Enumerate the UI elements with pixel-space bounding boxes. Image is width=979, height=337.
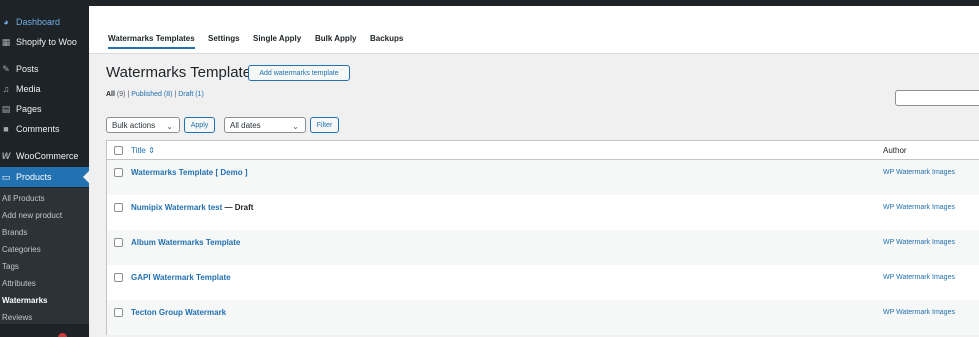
woo-icon: W [1, 151, 11, 161]
menu-label: Shopify to Woo [16, 37, 77, 47]
media-icon: ♫ [2, 84, 10, 94]
row-checkbox[interactable] [114, 273, 123, 282]
row-title-link[interactable]: Tecton Group Watermark [131, 308, 226, 317]
row-checkbox[interactable] [114, 168, 123, 177]
admin-sidebar: ◕ Dashboard ▦ Shopify to Woo ✎ Posts ♫ M… [0, 0, 89, 337]
search-input[interactable] [895, 90, 979, 106]
archive-icon: ▭ [1, 171, 11, 182]
submenu-all-products[interactable]: All Products [2, 194, 45, 203]
menu-label: Posts [16, 64, 39, 74]
tab-watermarks-templates[interactable]: Watermarks Templates [108, 34, 195, 49]
menu-posts[interactable]: ✎ Posts [0, 59, 89, 79]
row-checkbox[interactable] [114, 308, 123, 317]
row-state: — Draft [224, 203, 254, 212]
notification-badge [58, 333, 67, 337]
submenu-tags[interactable]: Tags [2, 262, 19, 271]
column-title[interactable]: Title ⇕ [131, 146, 155, 155]
bulk-actions-select[interactable]: Bulk actions ⌄ [106, 117, 180, 133]
store-icon: ▦ [1, 36, 11, 47]
tab-backups[interactable]: Backups [370, 34, 403, 43]
apply-button[interactable]: Apply [184, 117, 215, 133]
menu-media[interactable]: ♫ Media [0, 79, 89, 99]
menu-cut-off-item[interactable]: ▭ [0, 330, 89, 337]
row-author-link[interactable]: WP Watermark Images [883, 309, 955, 316]
filter-separator: | [174, 91, 177, 98]
bulk-actions-value: Bulk actions [112, 120, 156, 130]
pin-icon: ✎ [2, 63, 10, 74]
menu-pages[interactable]: ▤ Pages [0, 99, 89, 119]
table-header: Title ⇕ Author [106, 140, 979, 160]
menu-label: Pages [16, 104, 42, 114]
column-title-label: Title [131, 146, 146, 155]
menu-dashboard[interactable]: ◕ Dashboard [0, 12, 89, 32]
row-title-link[interactable]: Album Watermarks Template [131, 238, 240, 247]
sort-icon: ⇕ [148, 146, 155, 155]
tab-settings[interactable]: Settings [208, 34, 240, 43]
row-title: GAPI Watermark Template [131, 273, 231, 282]
tabs-bar: Watermarks Templates Settings Single App… [89, 6, 979, 54]
row-checkbox[interactable] [114, 238, 123, 247]
row-author-link[interactable]: WP Watermark Images [883, 169, 955, 176]
menu-label: Media [16, 84, 41, 94]
filter-published[interactable]: Published (8) [131, 91, 172, 98]
submenu-add-new-product[interactable]: Add new product [2, 211, 62, 220]
filter-button[interactable]: Filter [310, 117, 339, 133]
row-title-link[interactable]: Watermarks Template [ Demo ] [131, 168, 247, 177]
menu-shopify-to-woo[interactable]: ▦ Shopify to Woo [0, 32, 89, 52]
row-title-link[interactable]: Numipix Watermark test — Draft [131, 203, 253, 212]
row-title-link[interactable]: GAPI Watermark Template [131, 273, 231, 282]
tab-single-apply[interactable]: Single Apply [253, 34, 301, 43]
menu-comments[interactable]: ■ Comments [0, 119, 89, 139]
filter-draft[interactable]: Draft (1) [178, 91, 204, 98]
table-row: Tecton Group Watermark WP Watermark Imag… [106, 300, 979, 335]
chevron-down-icon: ⌄ [292, 122, 299, 131]
date-filter-value: All dates [230, 120, 261, 130]
submenu-attributes[interactable]: Attributes [2, 279, 36, 288]
menu-products[interactable]: ▭ Products [0, 167, 89, 187]
status-filter-links: All (9) | Published (8) | Draft (1) [106, 91, 204, 98]
tab-bulk-apply[interactable]: Bulk Apply [315, 34, 356, 43]
row-author-link[interactable]: WP Watermark Images [883, 274, 955, 281]
submenu-brands[interactable]: Brands [2, 228, 27, 237]
table-row: Watermarks Template [ Demo ] WP Watermar… [106, 160, 979, 195]
column-author: Author [883, 146, 907, 155]
row-title: Numipix Watermark test [131, 203, 223, 212]
current-menu-arrow [83, 171, 89, 183]
menu-woocommerce[interactable]: W WooCommerce [0, 146, 89, 166]
menu-label: Comments [16, 124, 60, 134]
submenu-watermarks[interactable]: Watermarks [2, 296, 48, 305]
row-checkbox[interactable] [114, 203, 123, 212]
page-title: Watermarks Templates [106, 64, 259, 81]
page-icon: ▤ [1, 103, 11, 114]
dashboard-icon: ◕ [3, 17, 9, 27]
menu-label: Dashboard [16, 17, 61, 27]
filter-all-count: (9) [116, 91, 126, 98]
filter-separator: | [127, 91, 130, 98]
table-row: Album Watermarks Template WP Watermark I… [106, 230, 979, 265]
submenu-categories[interactable]: Categories [2, 245, 41, 254]
products-submenu: All Products Add new product Brands Cate… [0, 188, 89, 324]
submenu-reviews[interactable]: Reviews [2, 313, 32, 322]
add-watermarks-template-button[interactable]: Add watermarks template [248, 65, 350, 81]
row-title: Tecton Group Watermark [131, 308, 227, 317]
table-row: Numipix Watermark test — Draft WP Waterm… [106, 195, 979, 230]
menu-label: WooCommerce [16, 151, 79, 161]
row-author-link[interactable]: WP Watermark Images [883, 204, 955, 211]
row-title: Watermarks Template [ Demo ] [131, 168, 248, 177]
row-author-link[interactable]: WP Watermark Images [883, 239, 955, 246]
date-filter-select[interactable]: All dates ⌄ [224, 117, 306, 133]
table-row: GAPI Watermark Template WP Watermark Ima… [106, 265, 979, 300]
menu-label: Products [16, 172, 52, 182]
chevron-down-icon: ⌄ [166, 122, 173, 131]
select-all-checkbox[interactable] [114, 146, 123, 155]
filter-all[interactable]: All [106, 91, 115, 98]
row-title: Album Watermarks Template [131, 238, 241, 247]
comment-icon: ■ [3, 124, 9, 134]
